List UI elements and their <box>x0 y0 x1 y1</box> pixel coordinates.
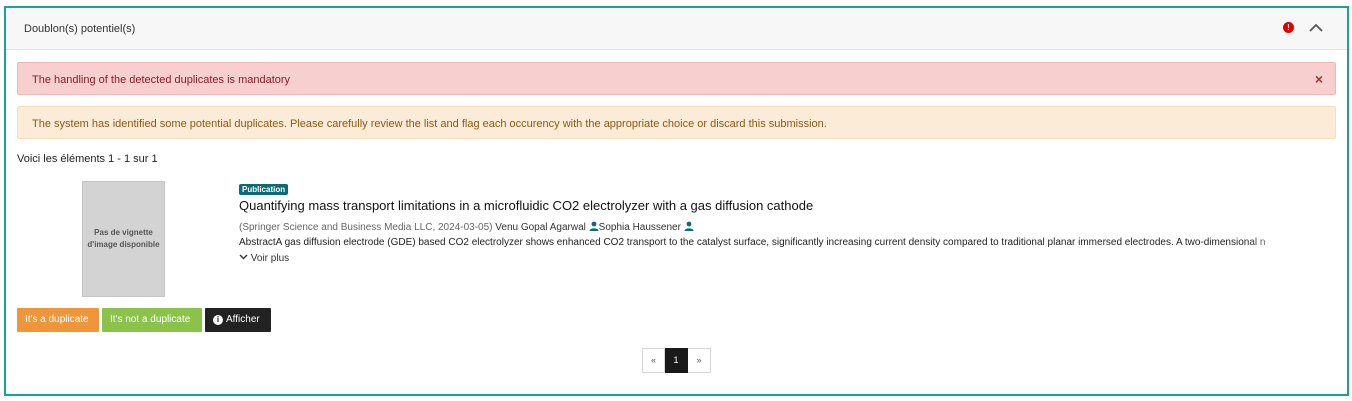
item-title-link[interactable]: Quantifying mass transport limitations i… <box>239 198 813 213</box>
pagination: « 1 » <box>642 348 711 373</box>
duplicates-warning-text: The system has identified some potential… <box>32 118 827 130</box>
person-icon[interactable] <box>589 221 599 231</box>
show-button-label: Afficher <box>226 314 260 325</box>
not-duplicate-button[interactable]: It's not a duplicate <box>102 308 202 332</box>
chevron-down-icon <box>239 254 248 260</box>
mandatory-alert: The handling of the detected duplicates … <box>17 62 1336 95</box>
person-icon[interactable] <box>684 221 694 231</box>
pagination-prev[interactable]: « <box>642 348 665 373</box>
author-name[interactable]: Venu Gopal Agarwal <box>495 222 586 233</box>
show-button[interactable]: i Afficher <box>205 308 271 332</box>
pagination-page-1[interactable]: 1 <box>665 348 688 373</box>
item-metadata: (Springer Science and Business Media LLC… <box>239 221 694 233</box>
info-icon: i <box>213 315 223 325</box>
voir-plus-label: Voir plus <box>250 253 290 264</box>
chevron-up-icon[interactable] <box>1307 19 1325 37</box>
author-name[interactable]: Sophia Haussener <box>599 222 681 233</box>
panel-title: Doublon(s) potentiel(s) <box>24 23 136 35</box>
duplicates-panel: Doublon(s) potentiel(s) ! The handling o… <box>4 6 1349 396</box>
duplicate-button[interactable]: It's a duplicate <box>17 308 99 332</box>
pagination-next[interactable]: » <box>688 348 711 373</box>
voir-plus-toggle[interactable]: Voir plus <box>239 253 289 264</box>
panel-header[interactable]: Doublon(s) potentiel(s) ! <box>6 8 1347 50</box>
alert-indicator-icon: ! <box>1283 22 1294 33</box>
abstract-fade <box>1246 235 1306 251</box>
item-abstract: AbstractA gas diffusion electrode (GDE) … <box>239 237 1266 248</box>
close-icon[interactable]: × <box>1315 71 1323 87</box>
mandatory-alert-text: The handling of the detected duplicates … <box>32 74 291 86</box>
publisher-date: (Springer Science and Business Media LLC… <box>239 222 493 233</box>
duplicates-warning: The system has identified some potential… <box>17 106 1336 139</box>
type-badge: Publication <box>239 184 289 195</box>
results-count: Voici les éléments 1 - 1 sur 1 <box>17 153 158 165</box>
thumbnail-placeholder: Pas de vignette d'image disponible <box>82 181 165 297</box>
